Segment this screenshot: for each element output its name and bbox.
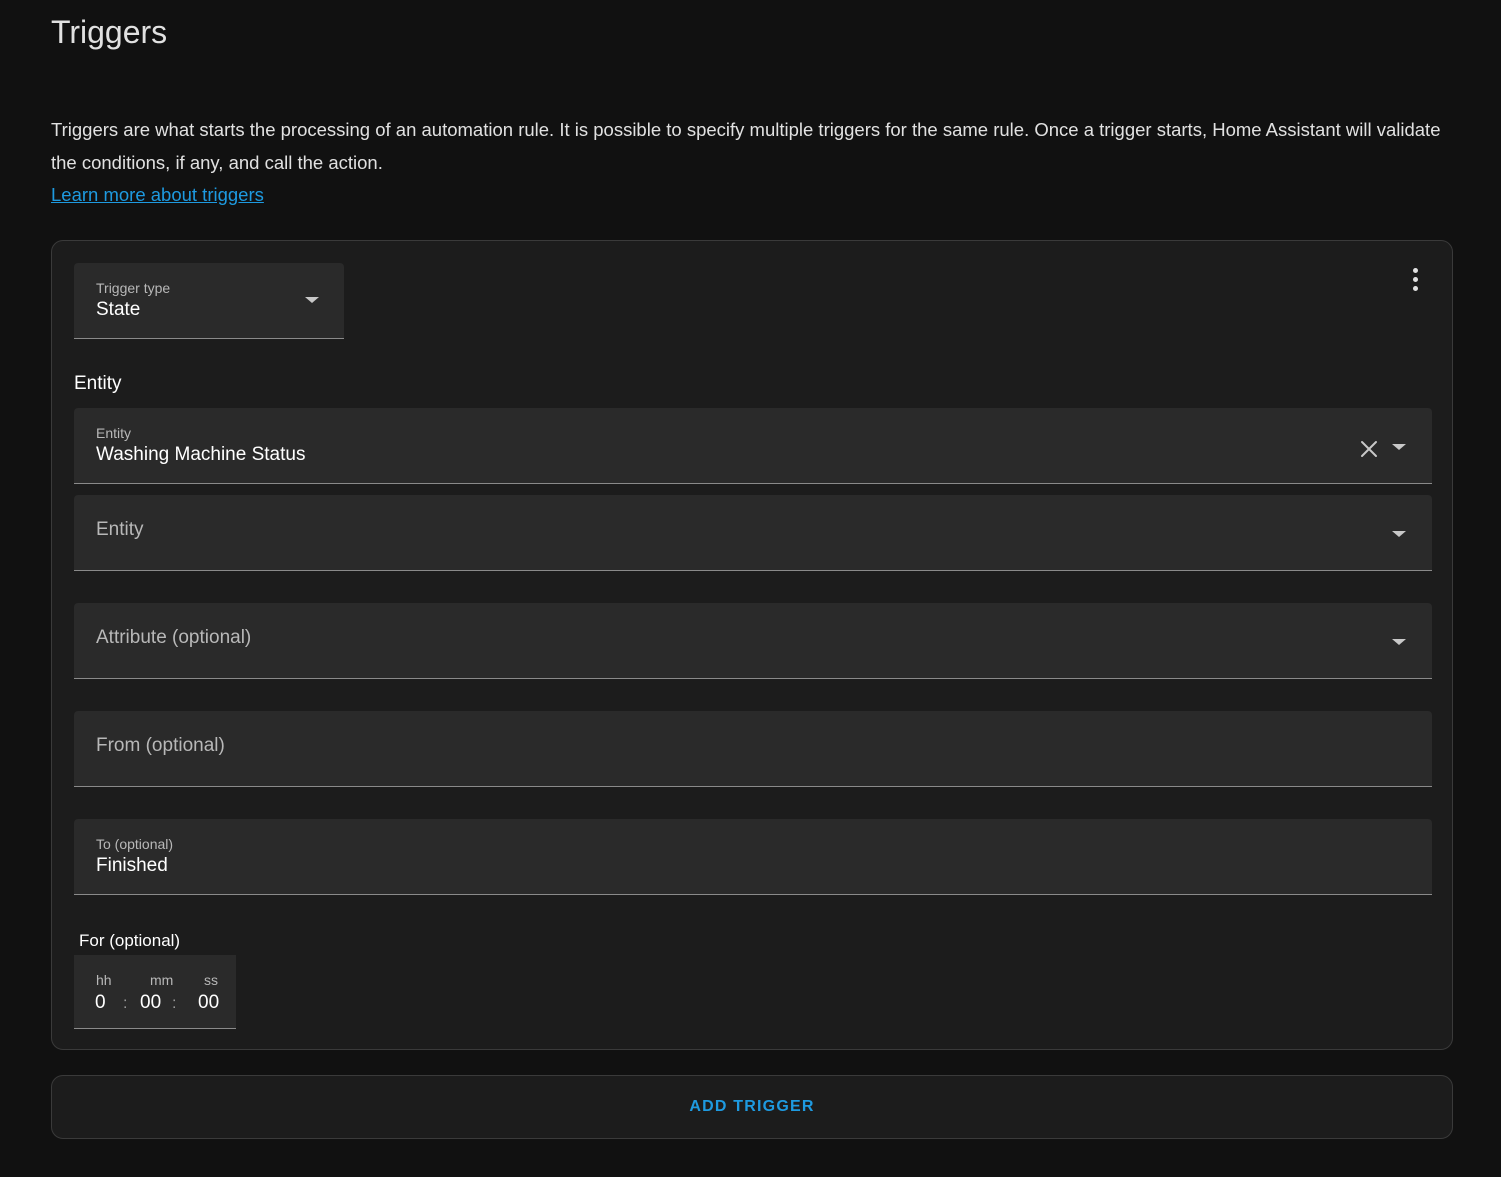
attribute-placeholder: Attribute (optional) <box>96 627 252 648</box>
entity-add-placeholder: Entity <box>96 519 144 540</box>
entity-picker-selected[interactable]: Entity Washing Machine Status <box>74 408 1432 484</box>
entity-picker-add[interactable]: Entity <box>74 495 1432 571</box>
to-label: To (optional) <box>96 836 174 852</box>
learn-more-link[interactable]: Learn more about triggers <box>51 179 264 212</box>
chevron-down-icon[interactable] <box>1392 444 1406 450</box>
minutes-label: mm <box>150 972 174 988</box>
attribute-select[interactable]: Attribute (optional) <box>74 603 1432 679</box>
time-separator: : <box>123 995 128 1012</box>
trigger-type-select[interactable]: Trigger type State <box>74 263 344 339</box>
chevron-down-icon <box>1392 531 1406 537</box>
add-trigger-button[interactable]: ADD TRIGGER <box>51 1075 1453 1139</box>
minutes-input[interactable]: 00 <box>140 992 161 1014</box>
to-input[interactable]: To (optional) Finished <box>74 819 1432 895</box>
page: Triggers Triggers are what starts the pr… <box>0 0 1501 1177</box>
time-separator: : <box>172 995 177 1012</box>
dots-vertical-icon[interactable] <box>1405 265 1425 295</box>
triggers-description: Triggers are what starts the processing … <box>51 114 1451 212</box>
hours-input[interactable]: 0 <box>95 992 106 1014</box>
from-input[interactable]: From (optional) <box>74 711 1432 787</box>
hours-label: hh <box>96 972 112 988</box>
trigger-type-value: State <box>96 299 141 320</box>
seconds-label: ss <box>204 972 218 988</box>
from-placeholder: From (optional) <box>96 735 225 756</box>
for-label: For (optional) <box>79 931 181 950</box>
page-title: Triggers <box>51 14 168 50</box>
close-icon[interactable] <box>1358 438 1380 460</box>
to-value: Finished <box>96 855 168 876</box>
trigger-card: Trigger type State Entity Entity Washing… <box>51 240 1453 1050</box>
duration-input: hh mm ss 0 : 00 : 00 <box>74 955 236 1029</box>
entity-field-label: Entity <box>96 425 132 441</box>
chevron-down-icon <box>1392 639 1406 645</box>
add-trigger-label: ADD TRIGGER <box>689 1098 815 1115</box>
seconds-input[interactable]: 00 <box>198 992 219 1014</box>
trigger-type-label: Trigger type <box>96 280 171 296</box>
description-text: Triggers are what starts the processing … <box>51 119 1441 173</box>
chevron-down-icon <box>305 297 319 303</box>
entity-field-value: Washing Machine Status <box>96 444 306 465</box>
entity-section-label: Entity <box>74 373 122 394</box>
